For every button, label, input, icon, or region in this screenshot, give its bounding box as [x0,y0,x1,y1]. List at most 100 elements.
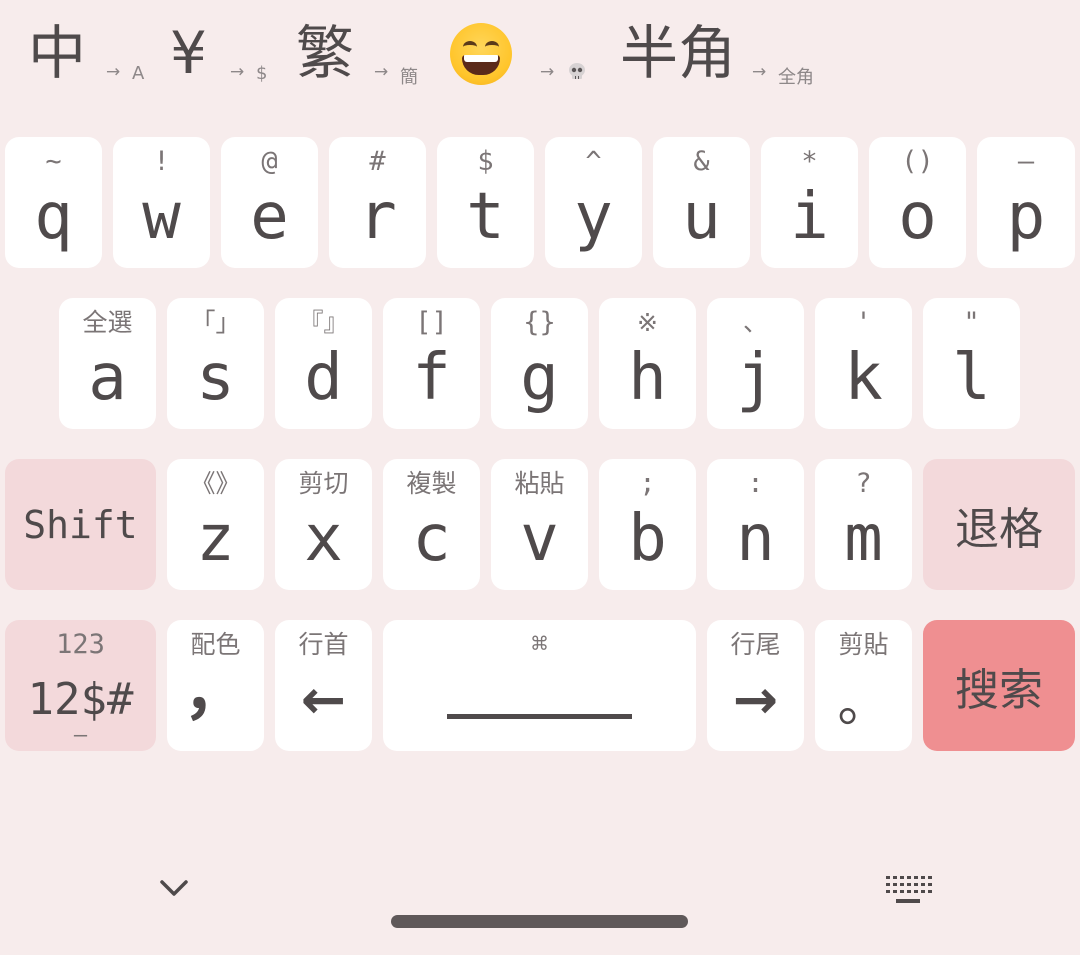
period-key[interactable]: 剪貼 。 [815,620,912,751]
key-hint: # [369,146,386,177]
key-hint: 粘貼 [514,469,565,498]
key-hint: ? [855,468,872,499]
key-s[interactable]: 「」 s [167,298,264,429]
toolbar-halfwidth-label: 半角 [620,19,737,87]
search-label: 搜索 [955,664,1043,716]
toolbar-traditional-label: 繁 [296,19,355,87]
key-label: v [520,502,559,576]
key-hint: ; [639,468,656,499]
key-label: i [790,180,829,254]
key-label: y [574,180,613,254]
key-j[interactable]: 、 j [707,298,804,429]
key-label: w [142,180,181,254]
line-start-key[interactable]: 行首 ← [275,620,372,751]
toolbar-arrow: → [106,62,121,82]
key-v[interactable]: 粘貼 v [491,459,588,590]
key-label: m [844,502,883,576]
key-label: s [196,341,235,415]
key-label: p [1006,180,1046,254]
toolbar-emoji-toggle[interactable]: → [450,18,600,98]
key-hint: {} [523,307,556,338]
key-hint: @ [261,146,278,177]
key-label: j [736,341,775,415]
key-h[interactable]: ※ h [599,298,696,429]
key-hint: ' [855,307,872,338]
toolbar-chinese-toggle[interactable]: 中 → A [28,18,158,98]
key-label: a [88,341,127,415]
home-gesture-bar[interactable] [391,915,688,928]
key-foot: — [73,723,88,748]
key-label: n [736,502,775,576]
key-label: o [898,180,937,254]
key-x[interactable]: 剪切 x [275,459,372,590]
key-label: f [412,341,451,415]
key-label: 12$# [27,674,134,725]
key-f[interactable]: [] f [383,298,480,429]
key-n[interactable]: : n [707,459,804,590]
chevron-down-icon[interactable] [150,862,198,910]
key-d[interactable]: 『』 d [275,298,372,429]
key-l[interactable]: " l [923,298,1020,429]
arrow-left-icon: ← [300,668,347,731]
key-c[interactable]: 複製 c [383,459,480,590]
key-hint: 行尾 [730,630,781,659]
key-y[interactable]: ^ y [545,137,642,268]
key-r[interactable]: # r [329,137,426,268]
key-hint: * [801,146,818,177]
backspace-key[interactable]: 退格 [923,459,1075,590]
key-hint: 行首 [298,630,349,659]
key-label: d [304,341,343,415]
key-label: l [952,341,991,415]
key-o[interactable]: () o [869,137,966,268]
key-label: b [628,502,667,576]
numbers-key[interactable]: 123 12$# — [5,620,156,751]
key-w[interactable]: ! w [113,137,210,268]
shift-key[interactable]: Shift [5,459,156,590]
key-a[interactable]: 全選 a [59,298,156,429]
key-g[interactable]: {} g [491,298,588,429]
key-label: z [196,502,235,576]
backspace-label: 退格 [955,503,1043,555]
key-hint: 複製 [406,469,457,498]
toolbar-arrow: → [752,62,767,82]
key-hint: 「」 [190,308,241,337]
toolbar-chinese-sub: A [132,63,145,84]
grinning-face-emoji-icon [450,23,512,85]
key-e[interactable]: @ e [221,137,318,268]
toolbar-traditional-toggle[interactable]: 繁 → 簡 [296,18,426,98]
key-k[interactable]: ' k [815,298,912,429]
key-hint: ※ [637,308,658,337]
space-key[interactable]: ⌘ [383,620,696,751]
toolbar-halfwidth-sub: 全角 [778,67,814,88]
key-label: q [34,180,73,254]
key-label: r [358,180,397,254]
key-u[interactable]: & u [653,137,750,268]
key-i[interactable]: * i [761,137,858,268]
line-end-key[interactable]: 行尾 → [707,620,804,751]
toolbar-yen-sub: $ [256,63,268,84]
key-hint: $ [477,146,494,177]
candidate-toolbar: 中 → A ¥ → $ 繁 → 簡 → 半角 → 全角 [0,0,1080,110]
key-hint: 《》 [190,469,241,498]
key-q[interactable]: ~ q [5,137,102,268]
key-label: x [304,502,343,576]
key-hint: 123 [56,629,105,660]
key-z[interactable]: 《》 z [167,459,264,590]
toolbar-yen-toggle[interactable]: ¥ → $ [170,18,280,98]
key-hint: 全選 [82,308,133,337]
key-t[interactable]: $ t [437,137,534,268]
key-b[interactable]: ; b [599,459,696,590]
search-key[interactable]: 搜索 [923,620,1075,751]
toolbar-halfwidth-toggle[interactable]: 半角 → 全角 [620,18,840,98]
comma-key[interactable]: 配色 ， [167,620,264,751]
key-label: ， [183,655,248,729]
toolbar-yen-label: ¥ [170,19,207,87]
shift-label: Shift [23,502,138,547]
key-p[interactable]: — p [977,137,1075,268]
key-label: h [628,341,667,415]
key-hint: & [693,146,710,177]
toolbar-arrow: → [230,62,245,82]
key-hint: 剪貼 [838,630,889,659]
key-m[interactable]: ? m [815,459,912,590]
keyboard-icon[interactable] [882,872,934,906]
